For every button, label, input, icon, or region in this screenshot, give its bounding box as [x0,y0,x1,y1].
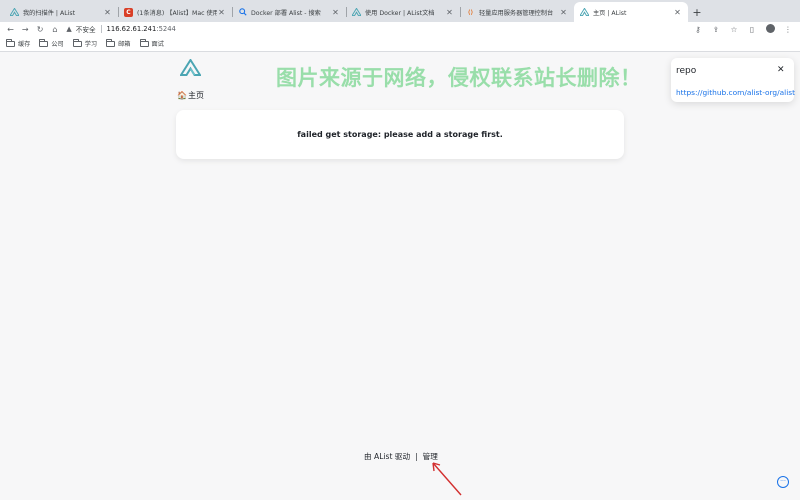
bookmark-folder[interactable]: 面试 [139,38,164,48]
new-tab-button[interactable]: + [688,2,706,22]
address-bar[interactable]: ▲ 不安全 116.62.61.241:5244 [66,23,692,35]
repo-link[interactable]: https://github.com/alist-org/alist [676,88,795,97]
folder-icon [106,38,116,47]
breadcrumb-home[interactable]: 主页 [188,90,204,101]
close-icon[interactable]: ✕ [217,8,226,17]
alist-icon [580,8,589,17]
alist-logo[interactable] [180,59,201,76]
bookmark-folder[interactable]: 缓存 [6,38,31,48]
bookmark-folder[interactable]: 公司 [39,38,64,48]
close-icon[interactable]: ✕ [777,65,785,75]
folder-icon [39,38,49,47]
bookmark-label: 面试 [151,41,164,48]
close-icon[interactable]: ✕ [103,8,112,17]
alist-icon [352,8,361,17]
bookmark-label: 缓存 [18,41,31,48]
bookmark-label: 学习 [84,41,98,48]
tab-docs[interactable]: 使用 Docker | AList文档 ✕ [346,2,460,22]
bookmark-folder[interactable]: 学习 [72,38,98,48]
watermark-text: 图片来源于网络，侵权联系站长删除！ [276,66,642,90]
key-icon[interactable]: ⚷ [692,25,704,34]
tab-title: 我的扫描件 | AList [23,9,76,17]
close-icon[interactable]: ✕ [445,8,454,17]
tab-console[interactable]: ⟨⟩ 轻量应用服务器管理控制台 ✕ [460,2,574,22]
house-icon: 🏠 [177,91,187,100]
search-icon [238,8,247,17]
csdn-icon: C [124,7,133,17]
home-icon[interactable]: ⌂ [48,25,63,34]
security-label[interactable]: 不安全 [76,24,96,34]
toolbar-actions: ⚷ ⇪ ☆ ▯ ⋮ [692,23,800,35]
tab-csdn[interactable]: C (1条消息) 【Alist】Mac 使用 Docker ✕ [118,2,232,22]
repo-notification: repo ✕ https://github.com/alist-org/alis… [671,58,795,102]
bookmark-folder[interactable]: 邮箱 [106,38,131,48]
tab-strip: 我的扫描件 | AList ✕ C (1条消息) 【Alist】Mac 使用 D… [0,0,800,22]
footer: 由 AList 驱动 | 管理 [364,451,438,462]
tab-home[interactable]: 主页 | AList ✕ [574,2,688,22]
footer-separator: | [415,452,418,461]
cloud-icon: ⟨⟩ [467,8,474,16]
share-icon[interactable]: ⇪ [710,25,722,34]
error-message: failed get storage: please add a storage… [297,130,503,139]
tab-scans[interactable]: 我的扫描件 | AList ✕ [4,2,118,22]
tab-title: 主页 | AList [593,9,627,17]
reload-icon[interactable]: ↻ [33,25,48,34]
close-icon[interactable]: ✕ [673,8,682,17]
folder-icon [139,38,149,47]
more-options-button[interactable]: ··· [777,476,789,488]
url-port[interactable]: :5244 [156,25,176,33]
back-icon[interactable]: ← [3,25,18,34]
tab-search[interactable]: Docker 部署 Alist - 搜索 ✕ [232,2,346,22]
page-content: 🏠 主页 failed get storage: please add a st… [0,53,800,500]
tab-title: (1条消息) 【Alist】Mac 使用 Docker [137,9,217,17]
tab-title: 使用 Docker | AList文档 [365,9,435,17]
forward-icon[interactable]: → [18,25,33,34]
error-card: failed get storage: please add a storage… [176,110,624,159]
folder-icon [72,38,82,47]
breadcrumb[interactable]: 🏠 主页 [177,90,204,101]
bookmark-label: 邮箱 [118,41,131,48]
profile-avatar-icon[interactable] [764,23,776,35]
tab-title: Docker 部署 Alist - 搜索 [251,9,321,17]
folder-icon [6,38,15,47]
menu-icon[interactable]: ⋮ [782,25,794,34]
bookmarks-bar: 缓存 公司 学习 邮箱 面试 [0,36,800,52]
close-icon[interactable]: ✕ [559,8,568,17]
alist-icon [10,8,19,17]
annotation-arrow-icon [432,462,462,496]
url-host[interactable]: 116.62.61.241 [107,25,157,33]
bookmark-star-icon[interactable]: ☆ [728,25,740,34]
powered-by-text[interactable]: 由 AList 驱动 [364,451,410,462]
divider [100,25,102,33]
tab-title: 轻量应用服务器管理控制台 [479,9,554,17]
notification-title: repo [676,66,697,76]
browser-toolbar: ← → ↻ ⌂ ▲ 不安全 116.62.61.241:5244 ⚷ ⇪ ☆ ▯… [0,22,800,36]
warning-icon[interactable]: ▲ [66,25,71,33]
side-panel-icon[interactable]: ▯ [746,25,758,34]
bookmark-label: 公司 [51,41,64,48]
close-icon[interactable]: ✕ [331,8,340,17]
